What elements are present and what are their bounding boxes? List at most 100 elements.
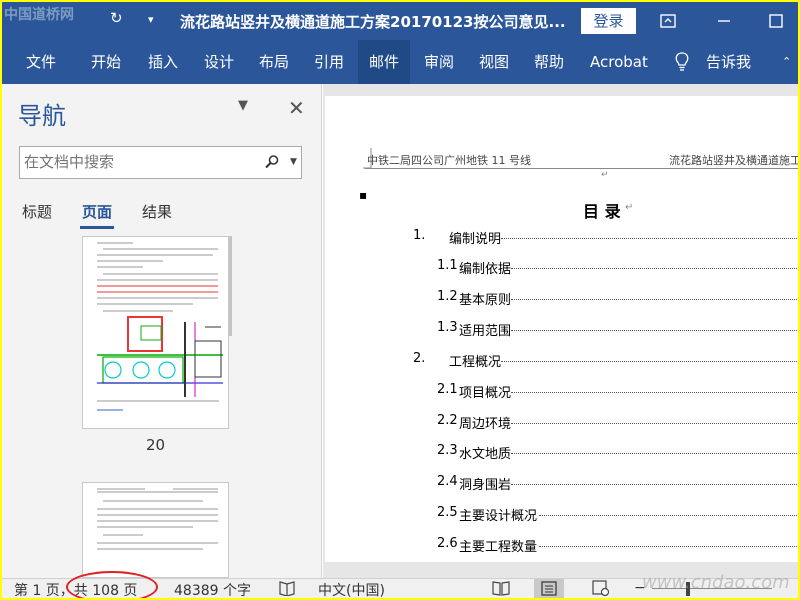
watermark-bottom-right: www.cndao.com [642, 572, 790, 593]
toc-text: 工程概况 [449, 355, 502, 370]
toc-text: 基本原则 [459, 293, 512, 308]
search-icon[interactable] [264, 154, 280, 174]
tab-insert[interactable]: 插入 [148, 40, 178, 84]
tab-layout[interactable]: 布局 [259, 40, 289, 84]
nav-tab-results[interactable]: 结果 [142, 201, 172, 222]
header-left: 中铁二局四公司广州地铁 11 号线 [367, 154, 531, 167]
toc-text: 主要工程数量 [459, 540, 538, 555]
annotation-highlight-ellipse [66, 571, 158, 598]
navigation-pane: 导航 ▼ ✕ ▼ 标题 页面 结果 [2, 84, 322, 578]
toc-text: 适用范围 [459, 324, 512, 339]
search-options-chevron-icon[interactable]: ▼ [290, 157, 297, 167]
word-count-status[interactable]: 48389 个字 [174, 580, 251, 598]
tab-tell-me[interactable]: 告诉我 [706, 40, 751, 84]
print-layout-icon[interactable] [534, 579, 564, 598]
toc-leader [511, 453, 798, 454]
toc-title: 目 录 [583, 202, 621, 221]
redo-icon[interactable]: ↻ [110, 9, 123, 27]
toc-item[interactable]: 2.2 周边环境 [325, 413, 798, 433]
toc-number: 1.3 [437, 320, 458, 335]
document-area[interactable]: 中铁二局四公司广州地铁 11 号线 流花路站竖井及横通道施工方 ↵ ▪ 目 录 … [323, 84, 798, 578]
toc-text: 主要设计概况 [459, 509, 538, 524]
lightbulb-icon [674, 52, 690, 72]
toc-leader [511, 423, 798, 424]
ribbon-display-options-icon[interactable] [654, 8, 682, 34]
read-mode-icon[interactable] [492, 580, 510, 598]
toc-item[interactable]: 2. 工程概况 [325, 351, 798, 371]
toc-number: 2.5 [437, 505, 458, 520]
toc-leader [539, 515, 798, 516]
maximize-icon[interactable] [762, 8, 790, 34]
nav-search-box[interactable]: ▼ [19, 146, 302, 179]
ribbon-collapse-icon[interactable]: ⌃ [782, 40, 791, 84]
close-icon[interactable]: ✕ [288, 96, 305, 120]
minimize-icon[interactable] [710, 8, 738, 34]
toc-item[interactable]: 2.1 项目概况 [325, 382, 798, 402]
toc-item[interactable]: 2.5 主要设计概况 [325, 505, 798, 525]
nav-tab-pages[interactable]: 页面 [82, 201, 112, 222]
toc-item[interactable]: 2.6 主要工程数量 [325, 536, 798, 556]
nav-tab-headings[interactable]: 标题 [22, 201, 52, 222]
proofing-icon[interactable] [278, 580, 296, 598]
toc-text: 编制依据 [459, 262, 512, 277]
tab-home[interactable]: 开始 [91, 40, 121, 84]
toc-leader [511, 268, 798, 269]
tab-file[interactable]: 文件 [26, 40, 56, 84]
toc-text: 洞身围岩 [459, 478, 512, 493]
toc-number: 2. [413, 351, 426, 366]
toc-item[interactable]: 2.3 水文地质 [325, 443, 798, 463]
toc-number: 2.6 [437, 536, 458, 551]
search-input[interactable] [24, 153, 254, 171]
toc-leader [511, 299, 798, 300]
page-thumbnail-21[interactable] [82, 482, 229, 578]
toc-text: 编制说明 [449, 232, 502, 247]
ribbon-tab-bar: 文件 开始 插入 设计 布局 引用 邮件 审阅 视图 帮助 Acrobat 告诉… [2, 40, 798, 84]
active-tab-indicator [80, 226, 114, 229]
toc-item[interactable]: 1.1 编制依据 [325, 258, 798, 278]
header-right: 流花路站竖井及横通道施工方 [669, 154, 798, 167]
tab-design[interactable]: 设计 [204, 40, 234, 84]
language-status[interactable]: 中文(中国) [318, 580, 385, 598]
tab-references[interactable]: 引用 [314, 40, 344, 84]
login-button[interactable]: 登录 [581, 8, 636, 34]
tab-mailings[interactable]: 邮件 [358, 40, 411, 84]
toc-item[interactable]: 2.4 洞身围岩 [325, 474, 798, 494]
header-rule [365, 168, 798, 169]
toc-leader [511, 330, 798, 331]
toc-text: 项目概况 [459, 386, 512, 401]
thumbnail-page-label: 20 [146, 436, 166, 454]
tab-acrobat[interactable]: Acrobat [590, 40, 648, 84]
page-thumbnail-20[interactable] [82, 236, 229, 429]
toc-number: 2.1 [437, 382, 458, 397]
paragraph-mark-icon: ↵ [625, 202, 634, 213]
customize-toolbar-icon[interactable]: ▾ [148, 13, 154, 26]
toc-item[interactable]: 1.2 基本原则 [325, 289, 798, 309]
toc-number: 1. [413, 228, 426, 243]
toc-item[interactable]: 1.3 适用范围 [325, 320, 798, 340]
toc-leader [511, 392, 798, 393]
thumbnail-scrollbar[interactable] [229, 236, 232, 336]
web-layout-icon[interactable] [592, 580, 610, 598]
toc-text: 水文地质 [459, 447, 512, 462]
nav-pane-title: 导航 [18, 102, 66, 130]
title-bar: 中国道桥网 ↻ ▾ 流花路站竖井及横通道施工方案20170123按公司意见...… [2, 2, 798, 40]
tab-help[interactable]: 帮助 [534, 40, 564, 84]
toc-leader [501, 361, 798, 362]
tab-view[interactable]: 视图 [479, 40, 509, 84]
toc-number: 2.4 [437, 474, 458, 489]
document-page[interactable]: 中铁二局四公司广州地铁 11 号线 流花路站竖井及横通道施工方 ↵ ▪ 目 录 … [325, 96, 798, 562]
toc-number: 1.1 [437, 258, 458, 273]
nav-options-dropdown-icon[interactable]: ▼ [238, 98, 248, 113]
thumbnail-content [97, 488, 218, 550]
paragraph-bullet-icon: ▪ [359, 188, 368, 202]
toc-leader [501, 238, 798, 239]
document-title: 流花路站竖井及横通道施工方案20170123按公司意见... [180, 13, 566, 31]
toc-number: 2.3 [437, 443, 458, 458]
toc-item[interactable]: 1. 编制说明 [325, 228, 798, 248]
toc-leader [539, 546, 798, 547]
paragraph-mark-icon: ↵ [601, 170, 609, 180]
thumbnail-content [97, 242, 223, 411]
toc-text: 周边环境 [459, 417, 512, 432]
tab-review[interactable]: 审阅 [424, 40, 454, 84]
toc-leader [511, 484, 798, 485]
